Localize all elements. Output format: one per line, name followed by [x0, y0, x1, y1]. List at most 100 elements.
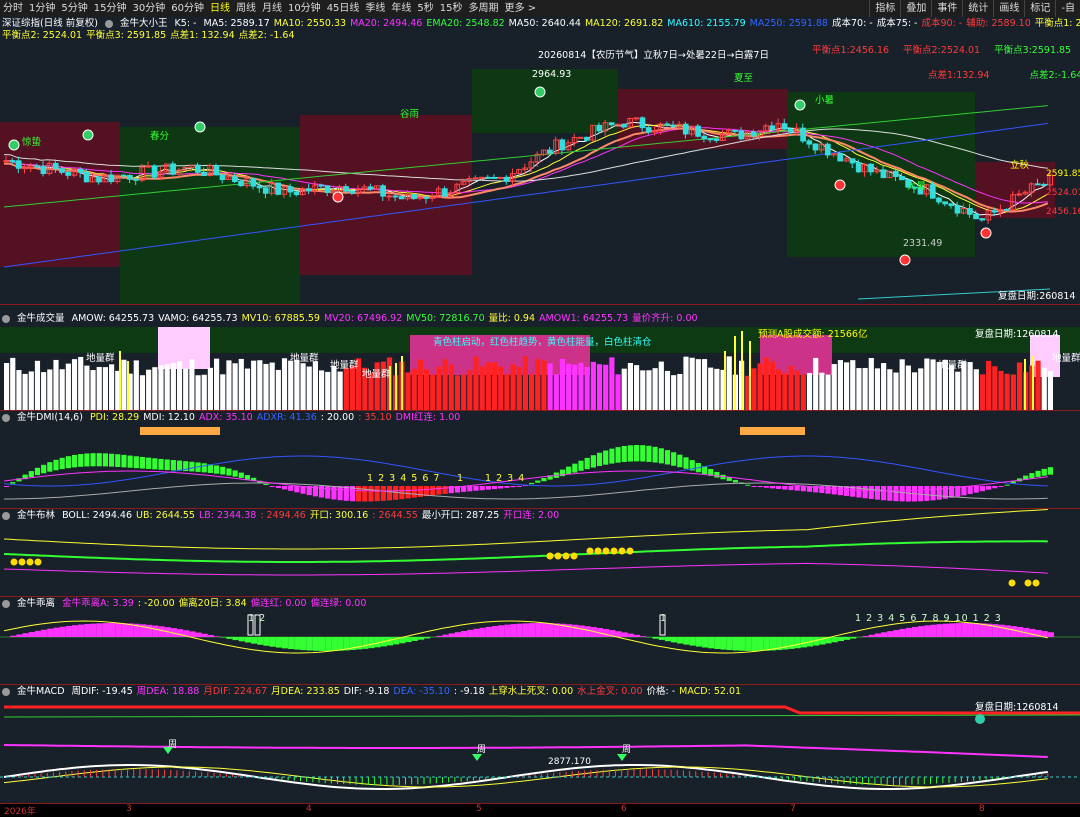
period-tab-1[interactable]: 1分钟 [26, 0, 58, 17]
boll-dot-icon [11, 559, 18, 566]
indicator-gear-icon[interactable] [2, 600, 10, 608]
bias-bar [288, 637, 294, 649]
period-tab-5[interactable]: 60分钟 [168, 0, 207, 17]
ground-vol-label-2: 地量群 [290, 353, 319, 364]
ground-vol-label-5: 地量群 [938, 360, 967, 371]
volume-panel[interactable]: 金牛成交量 AMOW: 64255.73VAMO: 64255.73MV10: … [0, 304, 1080, 411]
boll-dot-icon [627, 548, 634, 555]
instrument-title[interactable]: 深证综指(日线 前复权) [2, 18, 98, 29]
indicator-gear-icon[interactable] [2, 512, 10, 520]
period-tab-9[interactable]: 10分钟 [285, 0, 324, 17]
boll-value-2: LB: 2344.38 [199, 510, 256, 521]
period-tab-15[interactable]: 多周期 [466, 0, 502, 17]
bias-chart[interactable] [0, 597, 1080, 685]
dmi-bar [362, 486, 367, 502]
tool-tab-0[interactable]: 指标 [869, 0, 900, 17]
macd-panel[interactable]: 金牛MACD 周DIF: -19.45周DEA: 18.88月DIF: 224.… [0, 684, 1080, 804]
period-tab-8[interactable]: 月线 [259, 0, 285, 17]
bias-bar [10, 636, 16, 637]
tool-tab-3[interactable]: 统计 [962, 0, 993, 17]
period-tab-10[interactable]: 45日线 [324, 0, 363, 17]
period-tab-7[interactable]: 周线 [233, 0, 259, 17]
vol-value-0: AMOW: 64255.73 [72, 313, 155, 324]
volume-title[interactable]: 金牛成交量 [17, 313, 65, 324]
vol-bar [918, 368, 923, 411]
dmi-value-0: PDI: 28.29 [90, 412, 139, 423]
dmi-bar [795, 486, 800, 491]
candle-body [263, 188, 268, 193]
axis-label-4: 4 [306, 804, 312, 814]
indicator-gear-icon[interactable] [2, 315, 10, 323]
vol-bar [832, 364, 837, 411]
bias-bar [257, 637, 263, 645]
period-tab-12[interactable]: 年线 [388, 0, 414, 17]
bias-bar [603, 629, 609, 637]
zone-box-1 [120, 127, 300, 304]
tool-tab-1[interactable]: 叠加 [900, 0, 931, 17]
period-tab-2[interactable]: 5分钟 [58, 0, 90, 17]
dmi-bar [529, 483, 534, 484]
review-date-vol: 复盘日期:1260814 [975, 329, 1059, 340]
boll-panel[interactable]: 金牛布林 BOLL: 2494.46UB: 2644.55LB: 2344.38… [0, 508, 1080, 597]
period-tab-6[interactable]: 日线 [207, 0, 233, 17]
axis-label-year: 2026年 [4, 804, 36, 817]
dmi-bar [517, 486, 522, 487]
tool-tab-6[interactable]: -自 [1055, 0, 1080, 17]
bias-bar [109, 623, 115, 637]
bias-bar [121, 623, 127, 637]
vol-bar [90, 370, 95, 411]
dmi-bar [1035, 471, 1040, 477]
indicator-gear-icon[interactable] [105, 20, 113, 28]
boll-title[interactable]: 金牛布林 [17, 510, 55, 521]
period-tab-4[interactable]: 30分钟 [129, 0, 168, 17]
indicator-gear-icon[interactable] [2, 688, 10, 696]
bias-panel[interactable]: 金牛乖离 金牛乖离A: 3.39: -20.00偏离20日: 3.84偏连红: … [0, 596, 1080, 685]
period-tab-13[interactable]: 5秒 [414, 0, 436, 17]
dmi-bar [405, 486, 410, 498]
balance-value-0: 平衡点2: 2524.01 [2, 30, 82, 41]
bias-bar [282, 637, 288, 648]
main-chart-panel[interactable]: 深证综指(日线 前复权) 金牛大小王 K5: - MA5: 2589.17MA1… [0, 17, 1080, 304]
vol-bar [875, 368, 880, 411]
vol-bar [609, 357, 614, 411]
dmi-bar [764, 486, 769, 488]
bias-bar [974, 623, 980, 637]
period-tab-0[interactable]: 分时 [0, 0, 26, 17]
macd-chart[interactable] [0, 685, 1080, 804]
boll-value-0: BOLL: 2494.46 [62, 510, 132, 521]
vol-bar [208, 368, 213, 411]
dmi-bar [430, 486, 435, 495]
boll-chart[interactable] [0, 509, 1080, 597]
axis-label-8: 8 [979, 804, 985, 814]
dmi-bar [214, 465, 219, 473]
period-tab-11[interactable]: 季线 [362, 0, 388, 17]
indicator-name[interactable]: 金牛大小王 [120, 18, 168, 29]
term-label-xiaoshu: 小暑 [815, 95, 834, 106]
dmi-chart[interactable] [0, 411, 1080, 509]
dmi-bar [930, 486, 935, 500]
tool-tab-2[interactable]: 事件 [931, 0, 962, 17]
period-tab-16[interactable]: 更多 > [502, 0, 540, 17]
period-tab-3[interactable]: 15分钟 [91, 0, 130, 17]
period-tab-14[interactable]: 15秒 [437, 0, 466, 17]
boll-dot-icon [571, 553, 578, 560]
tool-tab-4[interactable]: 画线 [993, 0, 1024, 17]
bias-bar [504, 625, 510, 637]
dmi-bar [825, 486, 830, 494]
dmi-panel[interactable]: 金牛DMI(14,6) PDI: 28.29MDI: 12.10ADX: 35.… [0, 410, 1080, 509]
vol-bar [171, 363, 176, 411]
bias-bar [869, 635, 875, 637]
bias-bar [677, 637, 683, 644]
bias-bar [307, 637, 313, 651]
bias-bar [634, 635, 640, 637]
candle-body [893, 171, 898, 176]
tool-tab-5[interactable]: 标记 [1024, 0, 1055, 17]
dmi-title[interactable]: 金牛DMI(14,6) [17, 412, 83, 423]
candle-body [869, 164, 874, 171]
vol-bar [245, 369, 250, 411]
indicator-gear-icon[interactable] [2, 414, 10, 422]
vol-bar [974, 369, 979, 411]
candle-body [646, 128, 651, 132]
macd-title[interactable]: 金牛MACD [17, 686, 64, 697]
bias-title[interactable]: 金牛乖离 [17, 598, 55, 609]
